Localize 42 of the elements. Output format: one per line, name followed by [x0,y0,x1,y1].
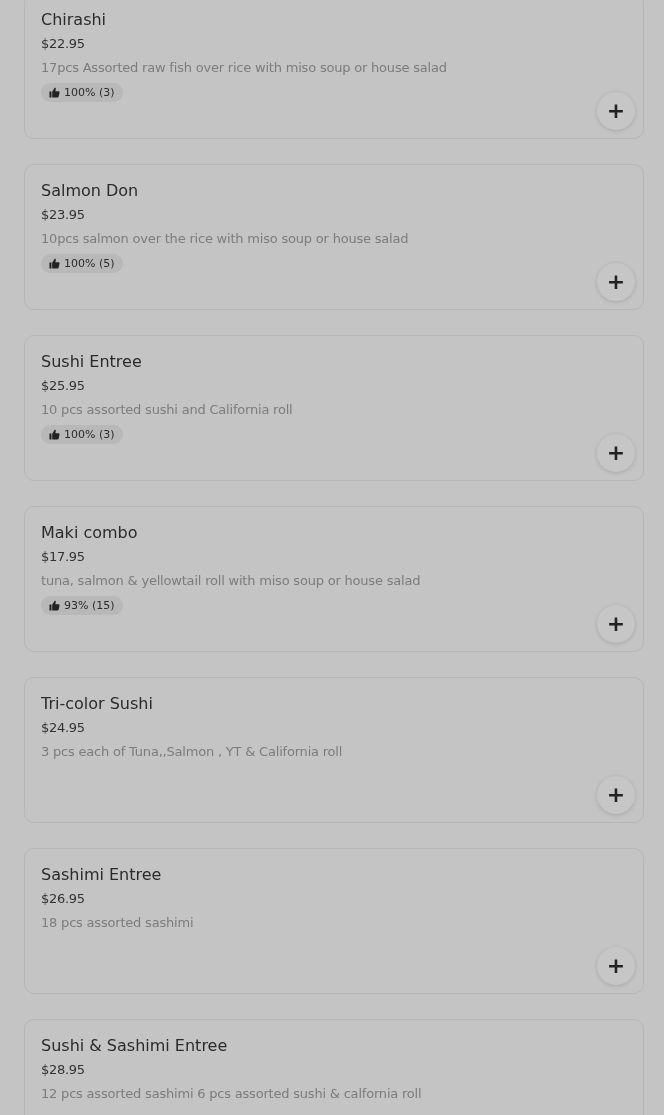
add-button[interactable]: + [597,263,635,301]
add-button[interactable]: + [597,434,635,472]
rating-text: 93% (15) [64,599,115,612]
item-description: 17pcs Assorted raw fish over rice with miso soup or house salad [41,59,448,77]
add-button[interactable]: + [597,605,635,643]
rating-text: 100% (3) [64,428,115,441]
menu-item-card[interactable]: Sashimi Entree $26.95 18 pcs assorted sashimi + [24,848,644,994]
menu-item-card[interactable]: Tri-color Sushi $24.95 3 pcs each of Tuna,,Salmon , YT & California roll + [24,677,644,823]
rating-text: 100% (3) [64,86,115,99]
item-price: $24.95 [41,719,86,737]
item-name: Sushi & Sashimi Entree [41,1035,229,1057]
item-description: 12 pcs assorted sashimi 6 pcs assorted sushi & calfornia roll [41,1085,423,1103]
item-name: Sushi Entree [41,351,143,373]
item-price: $22.95 [41,35,86,53]
item-name: Maki combo [41,522,139,544]
item-name: Tri-color Sushi [41,693,154,715]
item-description: tuna, salmon & yellowtail roll with miso soup or house salad [41,572,422,590]
thumbs-up-icon [49,87,60,98]
menu-item-card[interactable]: Sushi Entree $25.95 10 pcs assorted sushi and California roll 100% (3) + [24,335,644,481]
add-button[interactable]: + [597,947,635,985]
item-name: Chirashi [41,9,108,31]
item-price: $26.95 [41,890,86,908]
item-description: 18 pcs assorted sashimi [41,914,195,932]
item-price: $28.95 [41,1061,86,1079]
menu-item-card[interactable]: Salmon Don $23.95 10pcs salmon over the rice with miso soup or house salad 100% (5) + [24,164,644,310]
item-description: 3 pcs each of Tuna,,Salmon , YT & California roll [41,743,344,761]
menu-item-card[interactable]: Chirashi $22.95 17pcs Assorted raw fish over rice with miso soup or house salad 100% (3) + [24,0,644,139]
item-price: $17.95 [41,548,86,566]
item-description: 10pcs salmon over the rice with miso soup or house salad [41,230,410,248]
add-button[interactable]: + [597,776,635,814]
menu-item-card[interactable]: Maki combo $17.95 tuna, salmon & yellowtail roll with miso soup or house salad 93% (15) + [24,506,644,652]
thumbs-up-icon [49,600,60,611]
item-price: $25.95 [41,377,86,395]
thumbs-up-icon [49,258,60,269]
thumbs-up-icon [49,429,60,440]
add-button[interactable]: + [597,92,635,130]
rating-text: 100% (5) [64,257,115,270]
item-description: 10 pcs assorted sushi and California roll [41,401,294,419]
item-name: Salmon Don [41,180,140,202]
menu-item-card[interactable]: Sushi & Sashimi Entree $28.95 12 pcs assorted sashimi 6 pcs assorted sushi & calfornia roll [24,1019,644,1115]
item-price: $23.95 [41,206,86,224]
item-name: Sashimi Entree [41,864,163,886]
